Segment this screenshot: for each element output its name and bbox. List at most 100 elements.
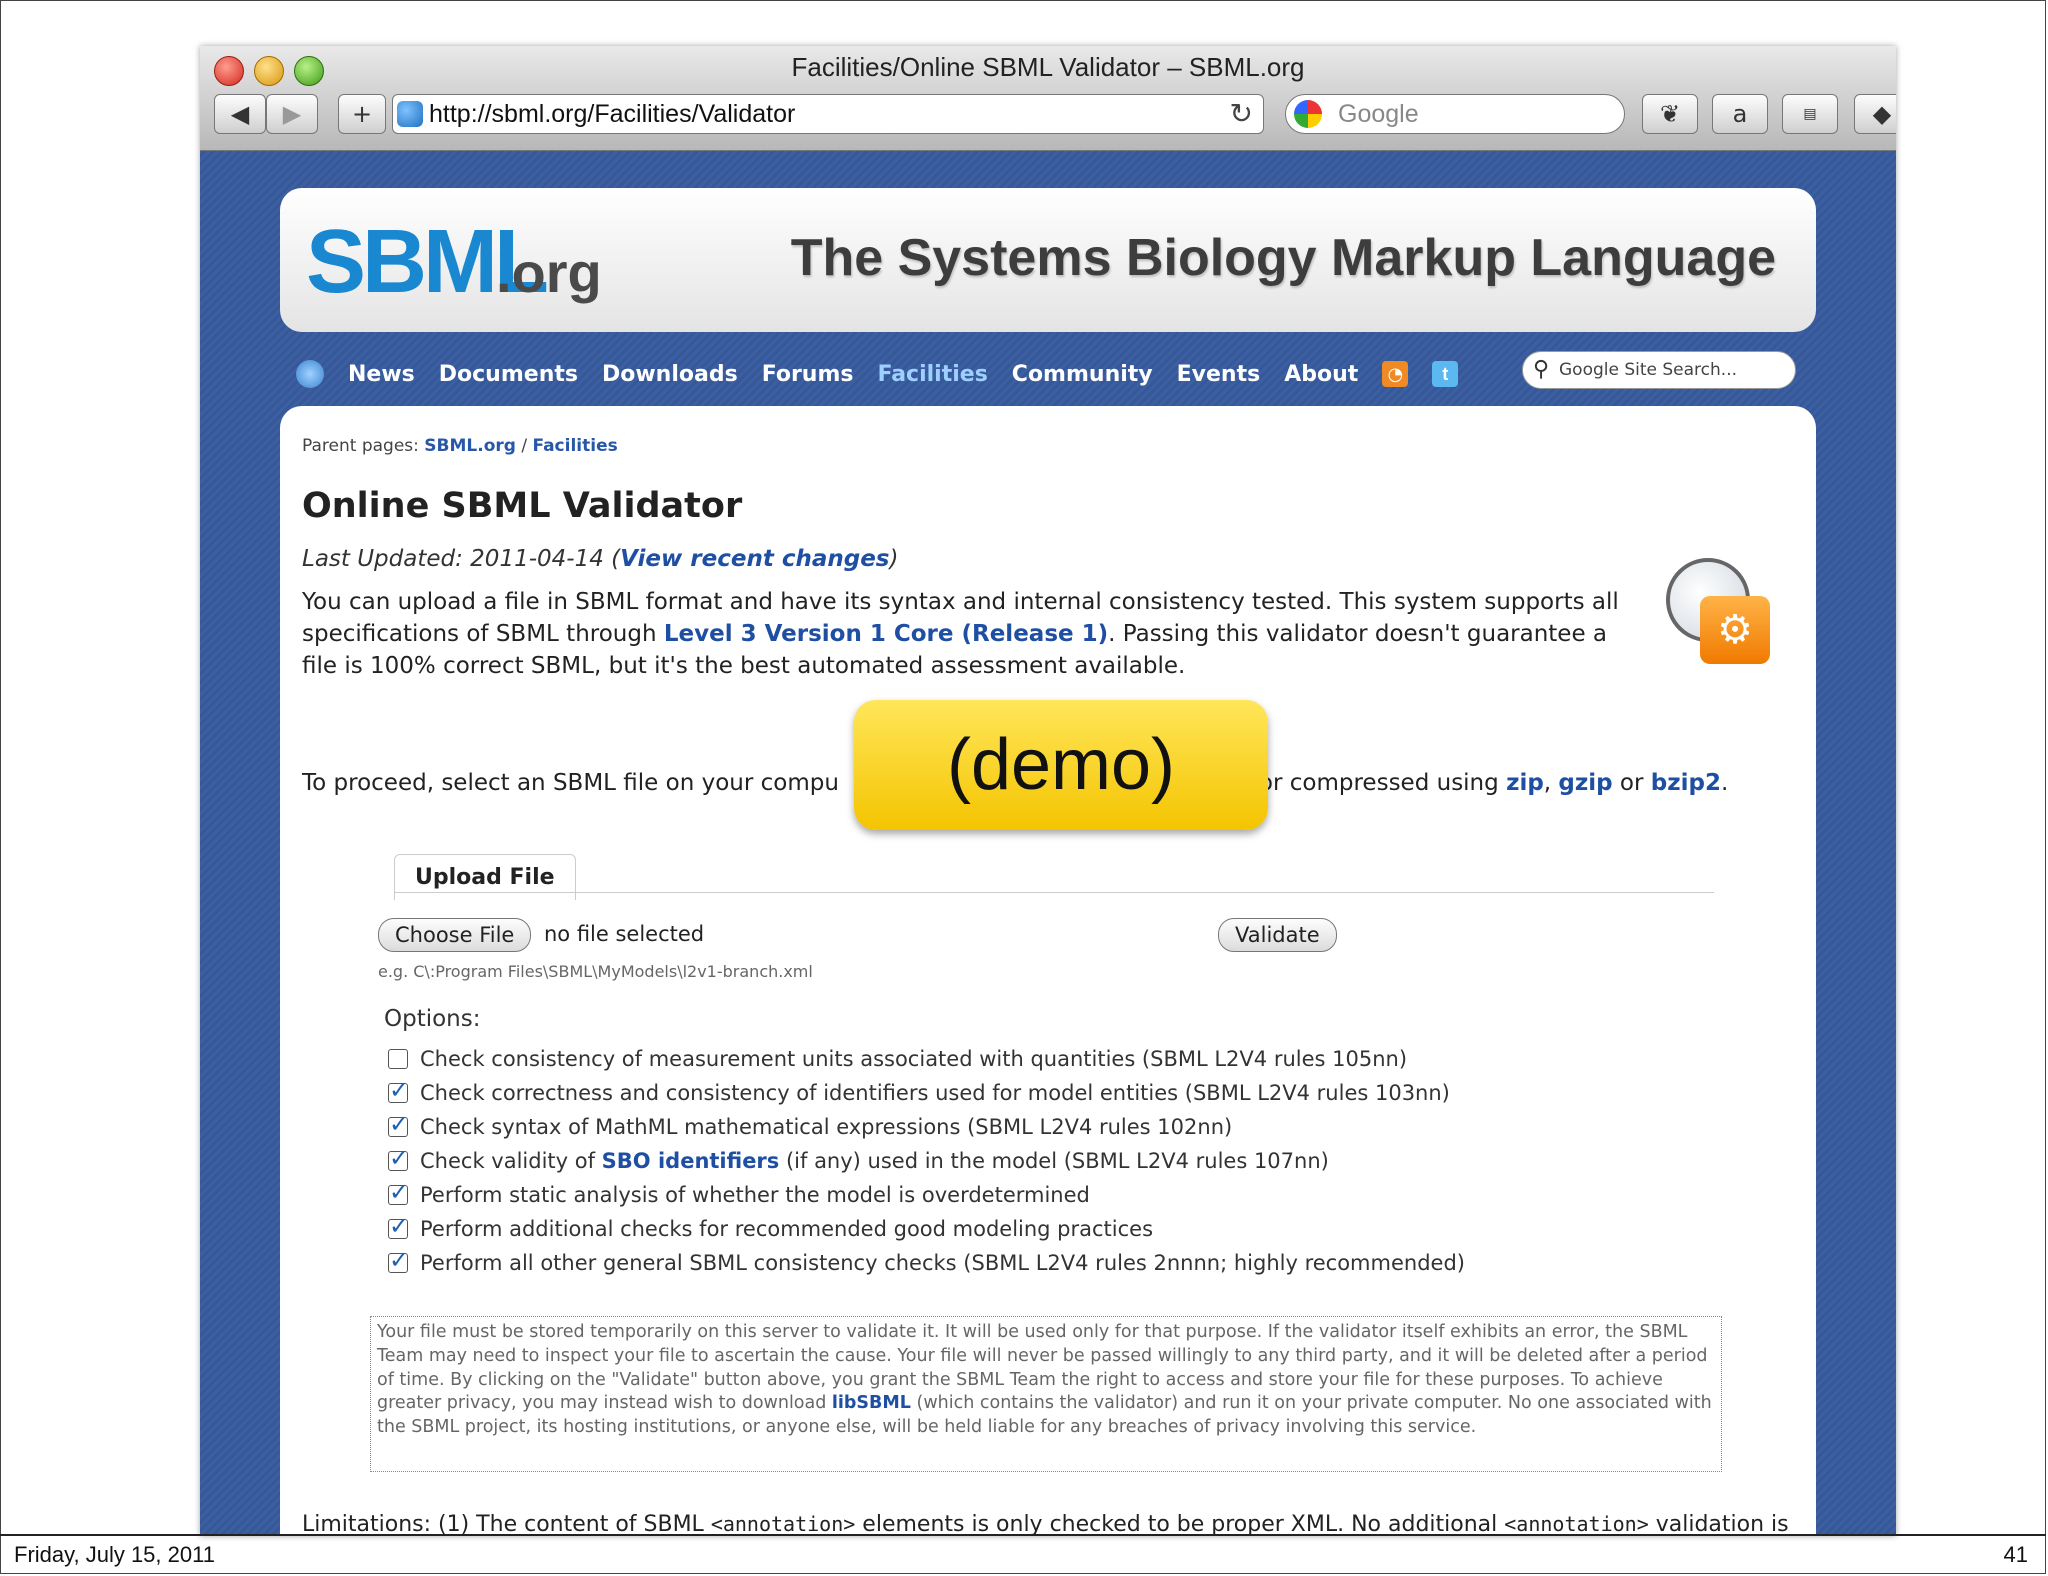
rss-icon[interactable]: ◔: [1382, 361, 1409, 387]
or-text: or: [1612, 770, 1651, 796]
bzip2-link[interactable]: bzip2: [1651, 770, 1721, 796]
option-label: Check syntax of MathML mathematical expr…: [420, 1115, 1233, 1139]
twitter-icon[interactable]: t: [1432, 361, 1459, 387]
checkbox-checked[interactable]: [388, 1110, 409, 1138]
amazon-icon: a: [1732, 100, 1748, 128]
footer-date: Friday, July 15, 2011: [14, 1542, 215, 1567]
example-path-hint: e.g. C\:Program Files\SBML\MyModels\l2v1…: [378, 962, 813, 981]
option-label-post: (if any) used in the model (SBML L2V4 ru…: [779, 1149, 1329, 1173]
main-nav: News Documents Downloads Forums Faciliti…: [296, 354, 1459, 394]
dictionary-button[interactable]: ▤: [1782, 94, 1838, 134]
checkbox-checked[interactable]: [388, 1212, 409, 1240]
limits-text-2: elements is only checked to be proper XM…: [855, 1512, 1505, 1536]
nav-item-events[interactable]: Events: [1177, 362, 1261, 387]
intro-paragraph: You can upload a file in SBML format and…: [302, 586, 1642, 682]
zip-link[interactable]: zip: [1506, 770, 1544, 796]
option-label: Check correctness and consistency of ide…: [420, 1081, 1450, 1105]
breadcrumb-sbml-org[interactable]: SBML.org: [424, 436, 516, 456]
toolbar-gap-2: [336, 94, 337, 134]
checkbox-checked[interactable]: [388, 1246, 409, 1274]
option-general-consistency-check[interactable]: Perform all other general SBML consisten…: [388, 1246, 1465, 1278]
plus-icon: +: [351, 100, 373, 128]
proceed-text-2: or compressed using: [1258, 770, 1507, 796]
leaf-icon: ❦: [1659, 100, 1681, 128]
file-status: no file selected: [544, 922, 705, 946]
nav-item-about[interactable]: About: [1284, 362, 1358, 387]
nav-item-forums[interactable]: Forums: [762, 362, 854, 387]
period: .: [1720, 770, 1729, 796]
limitations-paragraph: Limitations: (1) The content of SBML <an…: [302, 1508, 1802, 1536]
window-title: Facilities/Online SBML Validator – SBML.…: [791, 52, 1305, 82]
nav-item-facilities[interactable]: Facilities: [877, 362, 987, 387]
option-label-pre: Check validity of: [420, 1149, 602, 1173]
gzip-link[interactable]: gzip: [1558, 770, 1612, 796]
back-button[interactable]: ◀: [214, 94, 266, 134]
sbml-favicon-icon: [397, 101, 423, 127]
title-bar: Facilities/Online SBML Validator – SBML.…: [200, 46, 1896, 151]
forward-arrow-icon: ▶: [282, 100, 302, 128]
nav-item-downloads[interactable]: Downloads: [602, 362, 738, 387]
breadcrumb-prefix: Parent pages:: [302, 436, 419, 456]
forward-button[interactable]: ▶: [266, 94, 318, 134]
comma: ,: [1543, 770, 1559, 796]
add-bookmark-button[interactable]: +: [338, 94, 386, 134]
last-updated: Last Updated: 2011-04-14 (View recent ch…: [302, 546, 898, 572]
proceed-text-1: To proceed, select an SBML file on your …: [302, 770, 839, 796]
view-recent-changes-link[interactable]: View recent changes: [620, 546, 889, 572]
breadcrumb: Parent pages: SBML.org / Facilities: [302, 436, 618, 456]
limits-text-1: Limitations: (1) The content of SBML: [302, 1512, 711, 1536]
choose-file-button[interactable]: Choose File: [378, 918, 532, 952]
checkbox-checked[interactable]: [388, 1178, 409, 1206]
option-units-check[interactable]: Check consistency of measurement units a…: [388, 1044, 1407, 1074]
option-label: Perform all other general SBML consisten…: [420, 1251, 1465, 1275]
libsbml-link[interactable]: libSBML: [832, 1393, 911, 1413]
footer-divider: [0, 1534, 2046, 1536]
magnifier-icon: ⚲: [1533, 357, 1550, 382]
option-label: Perform additional checks for recommende…: [420, 1217, 1154, 1241]
annotation-code-2: <annotation>: [1504, 1512, 1649, 1536]
address-bar[interactable]: http://sbml.org/Facilities/Validator ↻: [392, 94, 1264, 134]
checkbox-checked[interactable]: [388, 1144, 409, 1172]
option-mathml-check[interactable]: Check syntax of MathML mathematical expr…: [388, 1110, 1233, 1142]
book-icon: ▤: [1803, 106, 1817, 122]
sbo-identifiers-link[interactable]: SBO identifiers: [602, 1149, 780, 1173]
nav-item-community[interactable]: Community: [1012, 362, 1153, 387]
option-sbo-check[interactable]: Check validity of SBO identifiers (if an…: [388, 1144, 1329, 1176]
google-icon: [1294, 100, 1322, 128]
main-content: Parent pages: SBML.org / Facilities Onli…: [280, 406, 1816, 1536]
checkbox-unchecked[interactable]: [388, 1049, 408, 1069]
option-modeling-practices-check[interactable]: Perform additional checks for recommende…: [388, 1212, 1154, 1244]
sbml-small-logo-icon[interactable]: [296, 360, 324, 388]
google-search-field[interactable]: Google: [1285, 94, 1625, 134]
annotation-code-1: <annotation>: [710, 1512, 856, 1536]
validate-button[interactable]: Validate: [1218, 918, 1337, 952]
option-overdetermined-check[interactable]: Perform static analysis of whether the m…: [388, 1178, 1090, 1210]
nav-item-documents[interactable]: Documents: [439, 362, 578, 387]
updated-text: Last Updated: 2011-04-14 (: [302, 546, 621, 572]
breadcrumb-facilities[interactable]: Facilities: [532, 436, 617, 456]
elephant-icon: ◆: [1872, 100, 1892, 128]
option-identifiers-check[interactable]: Check correctness and consistency of ide…: [388, 1076, 1450, 1108]
breadcrumb-separator: /: [521, 436, 528, 456]
evernote-button[interactable]: ◆: [1854, 94, 1896, 134]
demo-badge: (demo): [854, 700, 1268, 830]
option-label: Check consistency of measurement units a…: [420, 1047, 1408, 1071]
site-search-input[interactable]: ⚲ Google Site Search...: [1522, 351, 1796, 389]
logo-org-text: .org: [496, 241, 602, 304]
nav-item-news[interactable]: News: [348, 362, 415, 387]
site-tagline: The Systems Biology Markup Language: [790, 229, 1776, 287]
checkbox-checked[interactable]: [388, 1076, 409, 1104]
site-search-placeholder: Google Site Search...: [1559, 360, 1738, 380]
tab-upload-file[interactable]: Upload File: [394, 854, 576, 900]
privacy-notice: Your file must be stored temporarily on …: [370, 1316, 1722, 1472]
extension-button-1[interactable]: ❦: [1642, 94, 1698, 134]
slide-number: 41: [2003, 1542, 2028, 1567]
search-placeholder: Google: [1338, 100, 1419, 128]
options-label: Options:: [384, 1006, 481, 1032]
site-header: SBML .org The Systems Biology Markup Lan…: [280, 188, 1816, 332]
page-title: Online SBML Validator: [302, 486, 743, 526]
level3-spec-link[interactable]: Level 3 Version 1 Core (Release 1): [664, 621, 1108, 647]
reload-icon[interactable]: ↻: [1230, 97, 1253, 130]
gears-icon: ⚙: [1700, 596, 1770, 664]
amazon-button[interactable]: a: [1712, 94, 1768, 134]
